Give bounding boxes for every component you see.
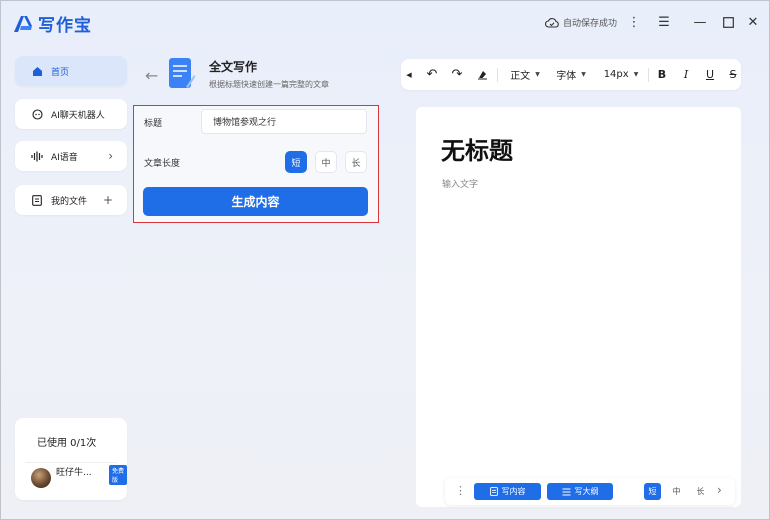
maximize-icon[interactable] (720, 14, 736, 30)
autosave-text: 自动保存成功 (563, 19, 618, 29)
chat-icon (31, 108, 43, 120)
editor-placeholder[interactable]: 输入文字 (442, 177, 478, 190)
sidebar-item-home[interactable]: 首页 (15, 56, 127, 86)
font-family-label: 字体 (556, 71, 577, 82)
caret-down-icon: ▼ (633, 71, 639, 78)
document-icon (169, 58, 196, 88)
minimize-icon[interactable]: — (692, 14, 708, 30)
sidebar-item-label: 我的文件 (51, 196, 88, 207)
write-content-label: 写内容 (501, 487, 526, 496)
logo-icon (14, 15, 32, 32)
sidebar-item-label: AI聊天机器人 (51, 110, 105, 121)
avatar[interactable] (31, 468, 51, 488)
chevron-right-icon[interactable]: › (717, 483, 722, 497)
font-size-label: 14px (603, 69, 629, 80)
page-subtitle: 根据标题快速创建一篇完整的文章 (209, 80, 329, 89)
divider (648, 68, 649, 82)
title-label: 标题 (144, 119, 163, 129)
write-outline-label: 写大纲 (574, 487, 599, 496)
bottom-length-medium[interactable]: 中 (668, 483, 685, 500)
font-family-dropdown[interactable]: 字体 ▼ (551, 59, 591, 90)
menu-icon[interactable]: ☰ (656, 14, 672, 30)
sidebar-item-my-files[interactable]: 我的文件 + (15, 185, 127, 215)
toolbar-scroll-left-icon[interactable]: ◀ (403, 59, 415, 90)
caret-down-icon: ▼ (535, 71, 540, 78)
length-medium-button[interactable]: 中 (315, 151, 337, 173)
plan-badge: 免费版 (109, 465, 127, 485)
bold-button[interactable]: B (654, 59, 670, 90)
autosave-status: 自动保存成功 (545, 16, 617, 29)
write-content-button[interactable]: 写内容 (474, 483, 541, 500)
file-icon (31, 194, 43, 206)
title-bar: 写作宝 自动保存成功 ⋮ ☰ — ✕ (0, 0, 770, 46)
app-name: 写作宝 (38, 16, 92, 36)
doc-icon (489, 487, 498, 496)
divider (25, 462, 117, 463)
cloud-icon (545, 18, 559, 28)
italic-button[interactable]: I (678, 59, 694, 90)
underline-button[interactable]: U (702, 59, 718, 90)
bottom-length-short[interactable]: 短 (644, 483, 661, 500)
drag-handle-icon[interactable]: ⋮ (455, 484, 466, 497)
sidebar-item-label: AI语音 (51, 152, 78, 163)
font-size-dropdown[interactable]: 14px ▼ (599, 59, 643, 90)
bottom-length-long[interactable]: 长 (692, 483, 709, 500)
more-icon[interactable]: ⋮ (626, 14, 642, 30)
strikethrough-button[interactable]: S (726, 59, 740, 90)
close-icon[interactable]: ✕ (745, 14, 761, 30)
length-long-button[interactable]: 长 (345, 151, 367, 173)
audio-wave-icon (31, 150, 43, 162)
document-title[interactable]: 无标题 (441, 131, 513, 166)
undo-icon[interactable]: ↶ (424, 59, 440, 90)
generate-content-button[interactable]: 生成内容 (143, 187, 368, 216)
sidebar-item-label: 首页 (51, 67, 70, 78)
caret-down-icon: ▼ (581, 71, 586, 78)
write-outline-button[interactable]: 写大纲 (547, 483, 613, 500)
paragraph-style-label: 正文 (510, 71, 531, 82)
home-icon (31, 65, 43, 77)
format-toolbar: ◀ ↶ ↷ 正文 ▼ 字体 ▼ 14px ▼ B I U S (401, 59, 741, 90)
list-icon (562, 488, 570, 495)
sidebar-item-chatbot[interactable]: AI聊天机器人 (15, 99, 127, 129)
username[interactable]: 旺仔牛... (56, 465, 92, 478)
usage-count: 已使用 0/1次 (37, 438, 97, 449)
app-logo: 写作宝 (12, 11, 92, 36)
page-title: 全文写作 (209, 60, 258, 74)
sidebar-item-voice[interactable]: AI语音 › (15, 141, 127, 171)
back-arrow-icon[interactable]: ← (145, 66, 158, 85)
clear-format-icon[interactable] (474, 59, 490, 90)
chevron-right-icon: › (108, 149, 113, 163)
paragraph-style-dropdown[interactable]: 正文 ▼ (505, 59, 545, 90)
title-input[interactable] (201, 109, 367, 134)
redo-icon[interactable]: ↷ (449, 59, 465, 90)
usage-card: 已使用 0/1次 旺仔牛... 免费版 (15, 418, 127, 500)
divider (497, 68, 498, 82)
length-short-button[interactable]: 短 (285, 151, 307, 173)
editor-canvas[interactable] (416, 107, 741, 507)
length-label: 文章长度 (144, 159, 181, 169)
add-file-icon[interactable]: + (103, 193, 113, 207)
